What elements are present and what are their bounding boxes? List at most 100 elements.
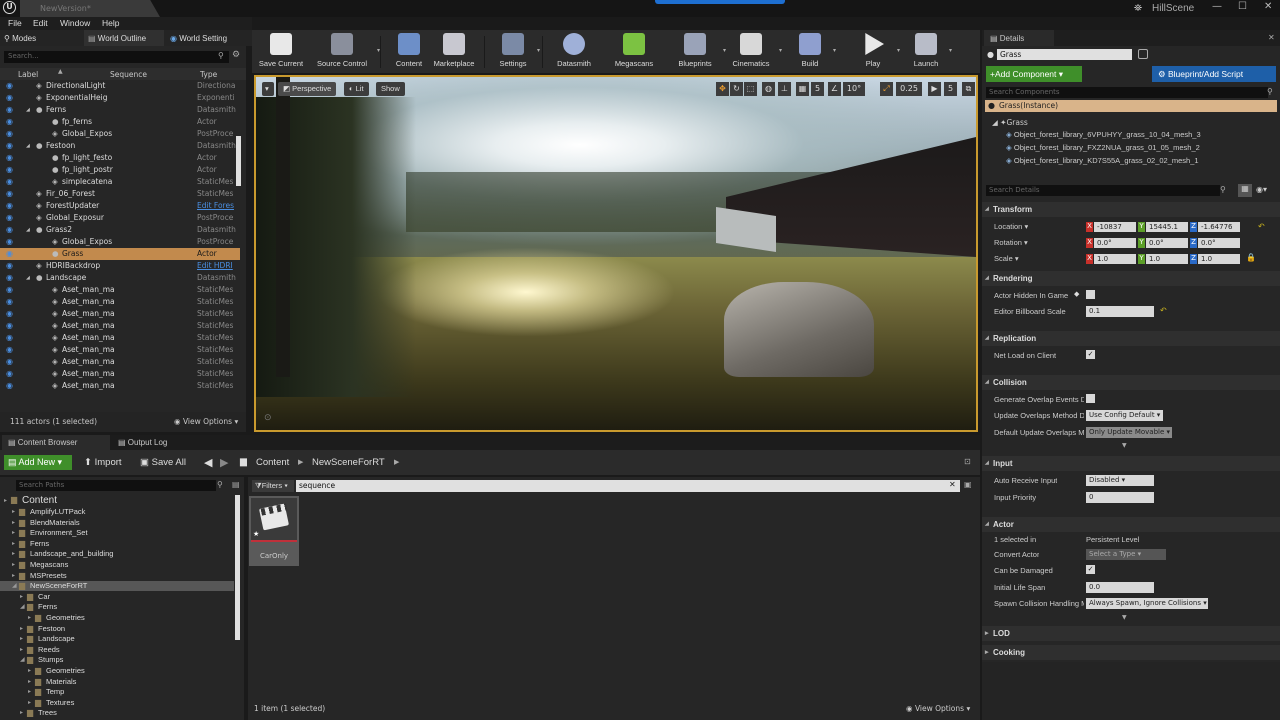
scale-y-input[interactable]: 1.0 (1146, 254, 1188, 264)
lock-scale-icon[interactable]: 🔒 (1246, 253, 1256, 262)
breadcrumb-content[interactable]: Content (256, 457, 289, 468)
visibility-eye-icon[interactable]: ◉ (6, 201, 13, 210)
lit-button[interactable]: ◐ Lit (344, 82, 369, 96)
close-button[interactable]: ✕ (1264, 1, 1272, 12)
section-replication[interactable]: Replication (982, 331, 1280, 346)
eye-filter-icon[interactable]: ◉▾ (1256, 185, 1267, 194)
outliner-row[interactable]: ◉ ◢ ● Festoon Datasmith (0, 140, 240, 152)
folder-tree-item[interactable]: ▸ ▆ Environment_Set (0, 528, 234, 538)
tab-world-outline[interactable]: ▤ World Outline (84, 30, 164, 46)
expand-arrow-icon[interactable]: ▸ (4, 497, 7, 504)
scale-snap-value[interactable]: 0.25 (896, 82, 922, 96)
expand-arrow-icon[interactable]: ▸ (12, 550, 15, 557)
outliner-view-options[interactable]: ◉ View Options ▾ (174, 417, 238, 426)
visibility-eye-icon[interactable]: ◉ (6, 369, 13, 378)
keyframe-icon[interactable]: ◆ (1074, 290, 1079, 298)
net-load-checkbox[interactable]: ✓ (1086, 350, 1095, 359)
outliner-row[interactable]: ◉ ◈ Aset_man_ma StaticMes (0, 308, 240, 320)
visibility-eye-icon[interactable]: ◉ (6, 177, 13, 186)
tab-details[interactable]: ▤ Details (984, 30, 1054, 46)
save-all-button[interactable]: ▣ Save All (140, 457, 186, 468)
tab-world-setting[interactable]: ◉ World Setting (166, 30, 246, 46)
outliner-search-input[interactable]: Search... (4, 51, 229, 63)
filters-button[interactable]: ⧩Filters ▾ (252, 480, 294, 492)
folder-tree-item[interactable]: ▸ ▆ Materials (0, 677, 234, 687)
folder-tree-item[interactable]: ▸ ▆ MSPresets (0, 571, 234, 581)
camera-speed-value[interactable]: 5 (944, 82, 957, 96)
menu-edit[interactable]: Edit (33, 18, 48, 28)
rotation-x-input[interactable]: 0.0° (1094, 238, 1136, 248)
actor-name-input[interactable]: Grass (997, 49, 1132, 60)
tab-content-browser[interactable]: ▤ Content Browser (2, 435, 110, 450)
visibility-eye-icon[interactable]: ◉ (6, 345, 13, 354)
outliner-row[interactable]: ◉ ● Grass Actor (0, 248, 240, 260)
outliner-row[interactable]: ◉ ◈ Aset_man_ma StaticMes (0, 332, 240, 344)
visibility-eye-icon[interactable]: ◉ (6, 249, 13, 258)
collapse-arrow-icon[interactable]: ◢ (20, 656, 25, 663)
visibility-eye-icon[interactable]: ◉ (6, 213, 13, 222)
outliner-row[interactable]: ◉ ◈ DirectionalLight Directiona (0, 80, 240, 92)
outliner-row[interactable]: ◉ ◢ ● Grass2 Datasmith (0, 224, 240, 236)
blueprints-button[interactable]: Blueprints ▾ (672, 33, 726, 73)
close-tab-icon[interactable]: ✕ (1268, 33, 1275, 42)
outliner-row[interactable]: ◉ ◈ ExponentialHeig Exponenti (0, 92, 240, 104)
expand-arrow-icon[interactable]: ▸ (12, 540, 15, 547)
tree-scrollbar[interactable] (235, 495, 240, 640)
folder-tree-item[interactable]: ▸ ▆ Temp (0, 687, 234, 697)
marketplace-button[interactable]: Marketplace (430, 33, 478, 73)
outliner-row-type[interactable]: Edit Fores (197, 201, 237, 210)
expand-arrow-icon[interactable]: ▸ (28, 614, 31, 621)
visibility-eye-icon[interactable]: ◉ (6, 237, 13, 246)
level-tab[interactable]: NewVersion* (20, 0, 160, 17)
section-transform[interactable]: Transform (982, 202, 1280, 217)
visibility-eye-icon[interactable]: ◉ (6, 333, 13, 342)
initial-life-span-input[interactable]: 0.0 (1086, 582, 1154, 593)
expand-arrow-icon[interactable]: ▸ (20, 625, 23, 632)
datasmith-button[interactable]: Datasmith (554, 33, 594, 73)
section-lod[interactable]: LOD (982, 626, 1280, 641)
outliner-row[interactable]: ◉ ◈ ForestUpdater Edit Fores (0, 200, 240, 212)
expand-arrow-icon[interactable]: ▸ (20, 635, 23, 642)
tab-output-log[interactable]: ▤ Output Log (110, 435, 200, 450)
reset-to-default-icon[interactable]: ↶ (1160, 306, 1167, 315)
outliner-row[interactable]: ◉ ◢ ● Ferns Datasmith (0, 104, 240, 116)
section-actor[interactable]: Actor (982, 517, 1280, 532)
expand-advanced-icon[interactable]: ▼ (1122, 614, 1127, 621)
expand-arrow-icon[interactable]: ▸ (28, 688, 31, 695)
save-current-button[interactable]: Save Current (256, 33, 306, 73)
search-components-input[interactable]: Search Components (986, 87, 1268, 98)
outliner-row[interactable]: ◉ ● fp_light_festo Actor (0, 152, 240, 164)
outliner-row[interactable]: ◉ ◈ Aset_man_ma StaticMes (0, 368, 240, 380)
folder-tree-item[interactable]: ▸ ▆ BlendMaterials (0, 518, 234, 528)
play-button[interactable]: Play ▾ (854, 33, 900, 73)
location-x-input[interactable]: -10837 (1094, 222, 1136, 232)
maximize-viewport-icon[interactable]: ⧉ (962, 82, 975, 96)
visibility-eye-icon[interactable]: ◉ (6, 225, 13, 234)
outliner-row[interactable]: ◉ ◈ Aset_man_ma StaticMes (0, 380, 240, 392)
maximize-button[interactable]: ☐ (1238, 1, 1247, 12)
camera-speed-icon[interactable]: ▶ (928, 82, 941, 96)
world-space-icon[interactable]: ◍ (762, 82, 775, 96)
expand-arrow-icon[interactable]: ▸ (28, 667, 31, 674)
expand-arrow-icon[interactable]: ▸ (12, 561, 15, 568)
outliner-row[interactable]: ◉ ◈ Aset_man_ma StaticMes (0, 344, 240, 356)
angle-snap-value[interactable]: 10° (843, 82, 865, 96)
source-control-status-icon[interactable]: ⛯ (1134, 3, 1142, 14)
visibility-eye-icon[interactable]: ◉ (6, 297, 13, 306)
section-cooking[interactable]: Cooking (982, 645, 1280, 660)
folder-tree-item[interactable]: ▸ ▆ Landscape (0, 634, 234, 644)
auto-receive-select[interactable]: Disabled ▾ (1086, 475, 1154, 486)
lock-icon[interactable] (1138, 49, 1148, 59)
section-rendering[interactable]: Rendering (982, 271, 1280, 286)
outliner-row[interactable]: ◉ ● fp_ferns Actor (0, 116, 240, 128)
tree-options-icon[interactable]: ▤ (232, 480, 240, 489)
visibility-eye-icon[interactable]: ◉ (6, 141, 13, 150)
minimize-button[interactable]: — (1212, 1, 1222, 12)
dropdown-arrow-icon[interactable]: ▾ (723, 47, 726, 54)
folder-tree-item[interactable]: ▸ ▆ Textures (0, 698, 234, 708)
dropdown-arrow-icon[interactable]: ▾ (897, 47, 900, 54)
billboard-scale-input[interactable]: 0.1 (1086, 306, 1154, 317)
outliner-row[interactable]: ◉ ◈ Aset_man_ma StaticMes (0, 296, 240, 308)
spawn-collision-select[interactable]: Always Spawn, Ignore Collisions ▾ (1086, 598, 1208, 609)
folder-tree-item[interactable]: ▸ ▆ Car (0, 592, 234, 602)
